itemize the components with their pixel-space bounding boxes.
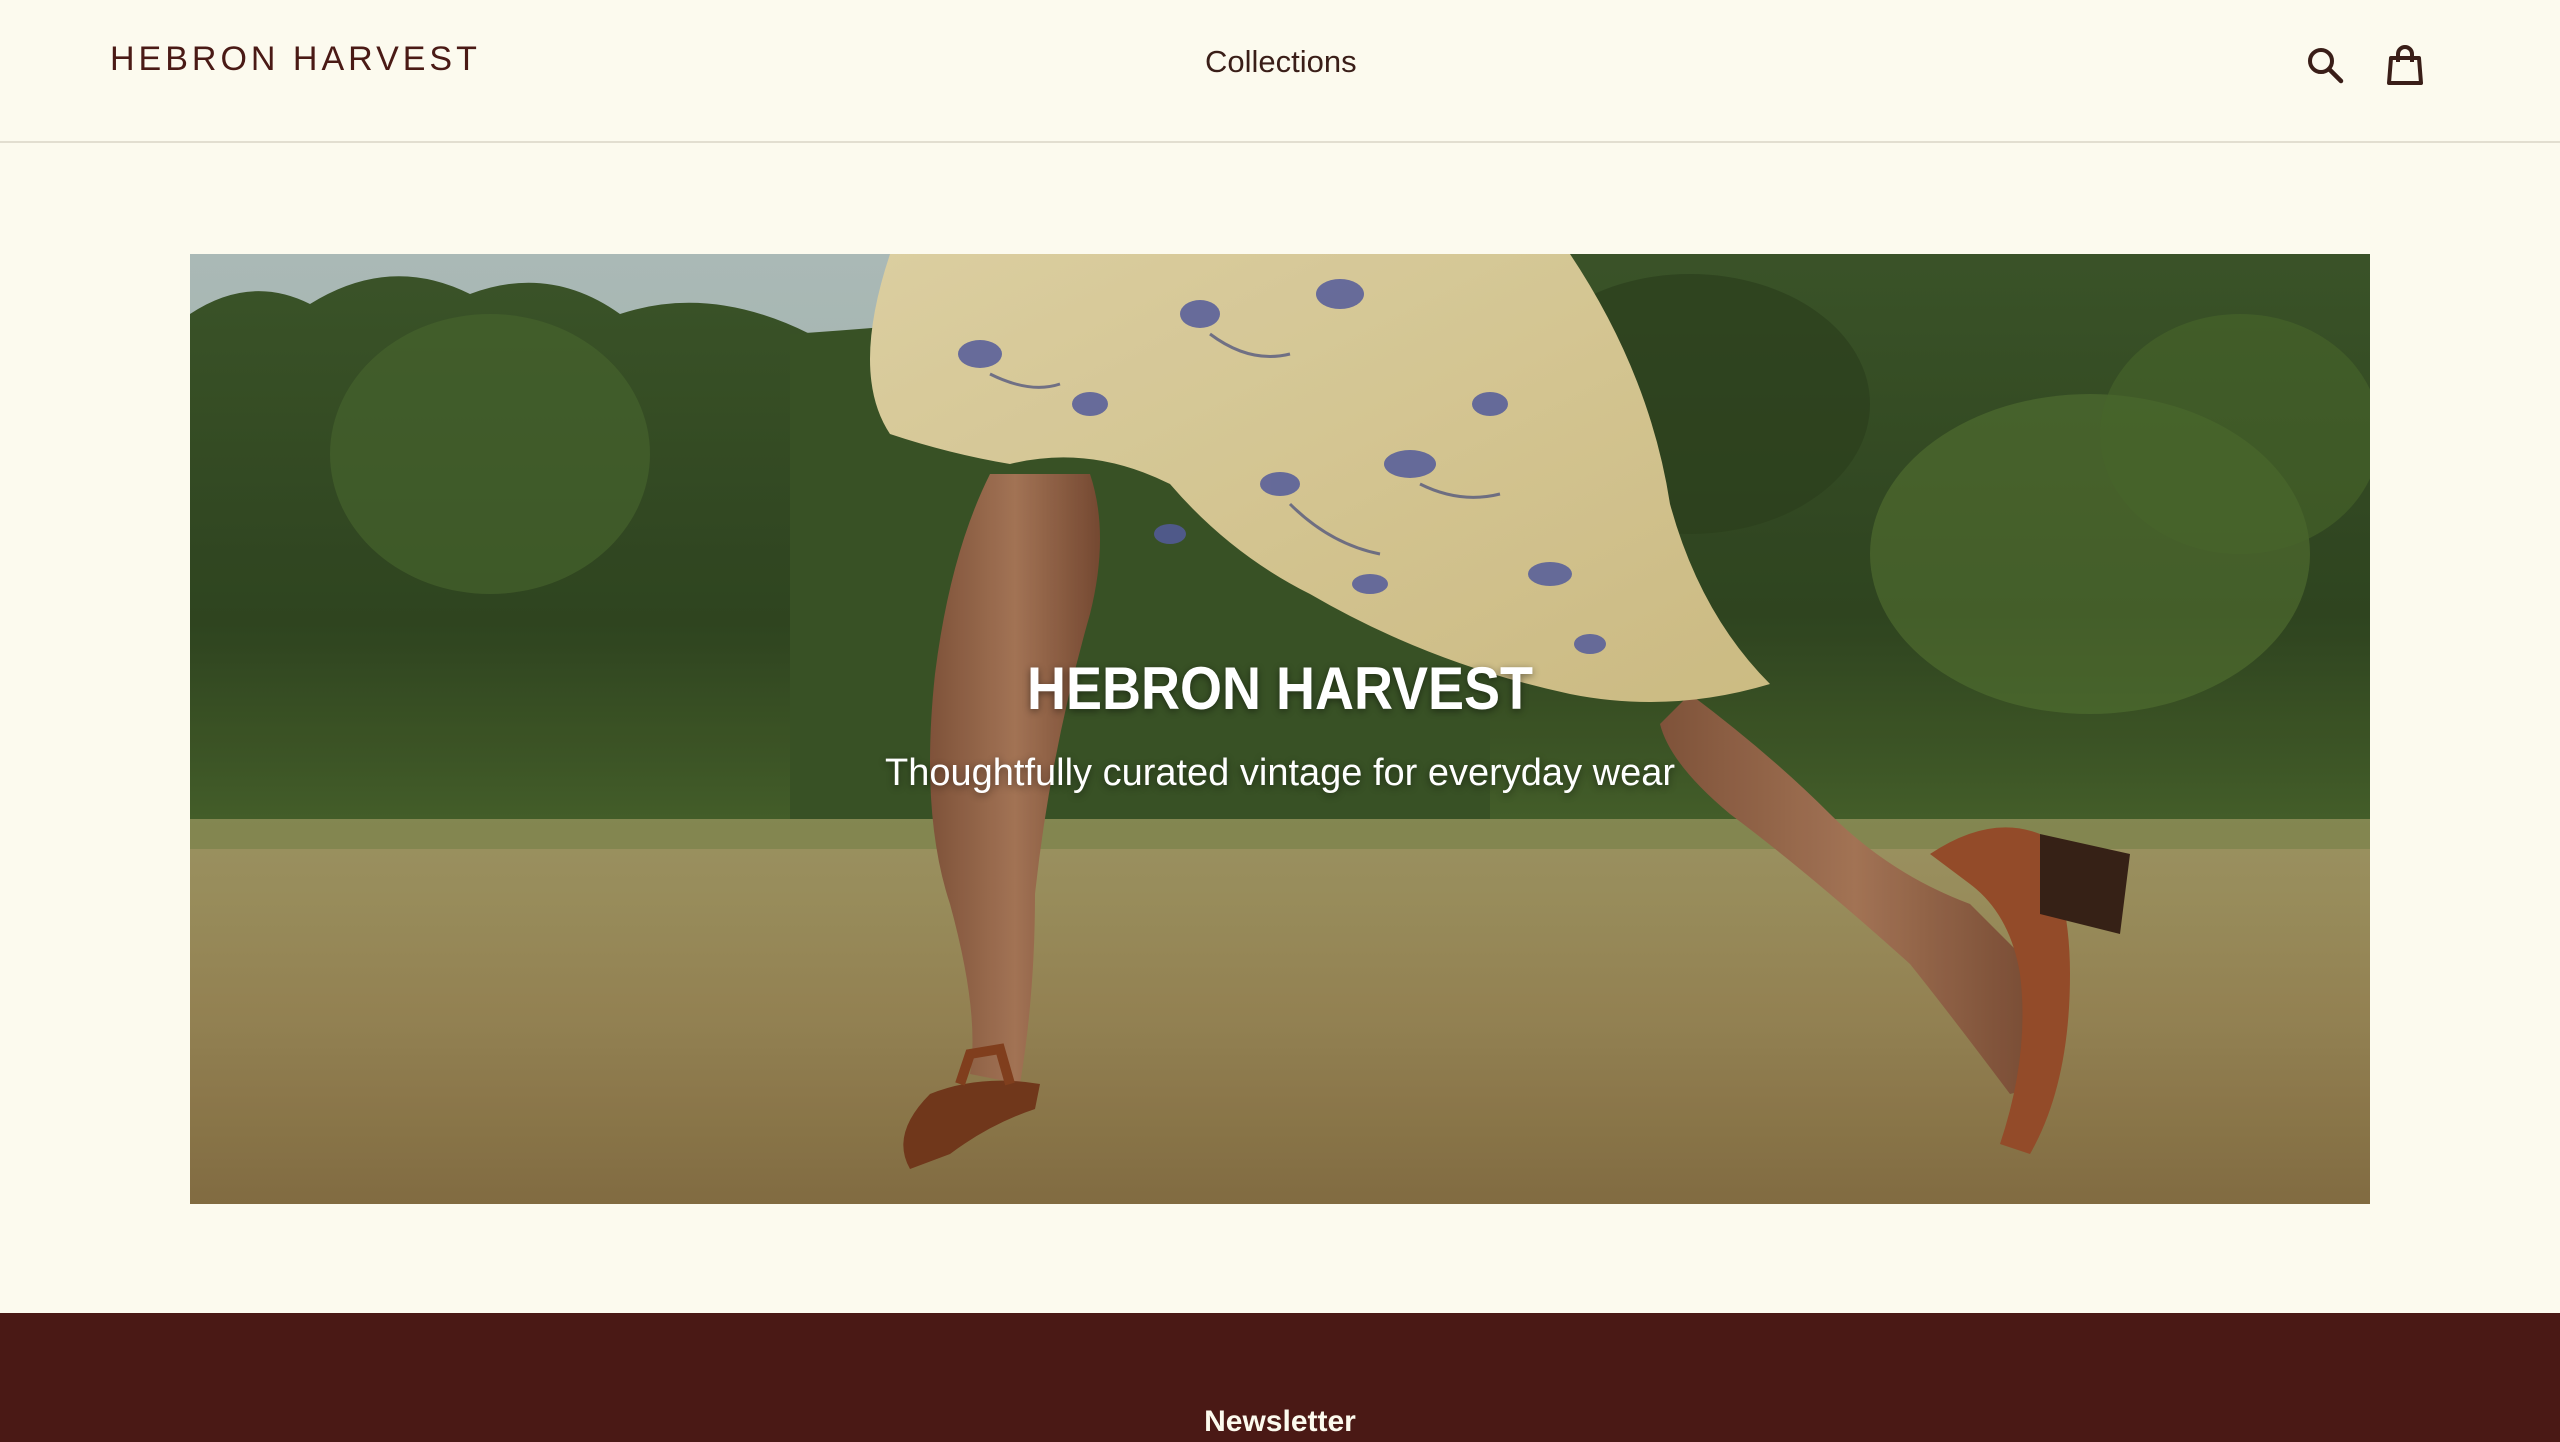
newsletter-heading: Newsletter (1204, 1405, 1356, 1438)
site-header: HEBRON HARVEST Collections (0, 0, 2560, 143)
hero-image (190, 254, 2370, 1204)
cart-button[interactable] (2380, 40, 2430, 90)
site-footer: Newsletter (0, 1313, 2560, 1442)
hero-banner: HEBRON HARVEST Thoughtfully curated vint… (190, 254, 2370, 1204)
search-icon (2308, 48, 2344, 84)
search-button[interactable] (2300, 40, 2350, 90)
hero-title: HEBRON HARVEST (1026, 655, 1534, 722)
hero-subtitle: Thoughtfully curated vintage for everyda… (885, 752, 1675, 794)
nav-collections-link[interactable]: Collections (1205, 44, 1357, 80)
cart-icon (2387, 45, 2423, 85)
site-logo[interactable]: HEBRON HARVEST (110, 40, 481, 79)
